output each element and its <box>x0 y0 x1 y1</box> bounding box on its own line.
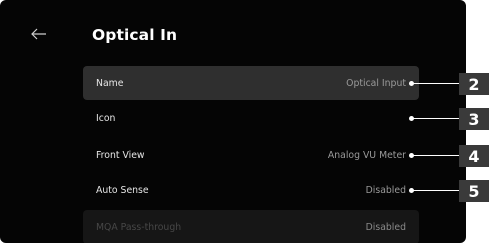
callout-line <box>412 155 459 156</box>
callout-line <box>412 190 459 191</box>
setting-value: Analog VU Meter <box>327 149 406 161</box>
setting-value: Disabled <box>365 221 406 233</box>
setting-label: MQA Pass-through <box>96 221 182 233</box>
setting-row-name[interactable]: Name Optical Input <box>83 66 419 100</box>
setting-label: Icon <box>96 112 116 124</box>
setting-label: Auto Sense <box>96 184 149 196</box>
page-title: Optical In <box>92 26 178 44</box>
setting-row-front-view[interactable]: Front View Analog VU Meter <box>83 138 419 172</box>
callout-badge: 2 <box>459 73 489 95</box>
back-arrow-icon[interactable] <box>29 24 49 44</box>
setting-row-icon[interactable]: Icon <box>83 101 419 135</box>
callout-line <box>412 118 459 119</box>
optical-in-settings-screen: Optical In Name Optical Input Icon Front… <box>0 0 466 243</box>
setting-label: Front View <box>96 149 145 161</box>
callout-badge: 4 <box>459 145 489 167</box>
callout-badge: 5 <box>459 180 489 202</box>
callout-line <box>412 83 459 84</box>
setting-value: Optical Input <box>346 77 406 89</box>
setting-label: Name <box>96 77 124 89</box>
setting-row-mqa-pass-through[interactable]: MQA Pass-through Disabled <box>83 210 419 243</box>
callout-badge: 3 <box>459 108 489 130</box>
setting-value: Disabled <box>365 184 406 196</box>
setting-row-auto-sense[interactable]: Auto Sense Disabled <box>83 173 419 207</box>
